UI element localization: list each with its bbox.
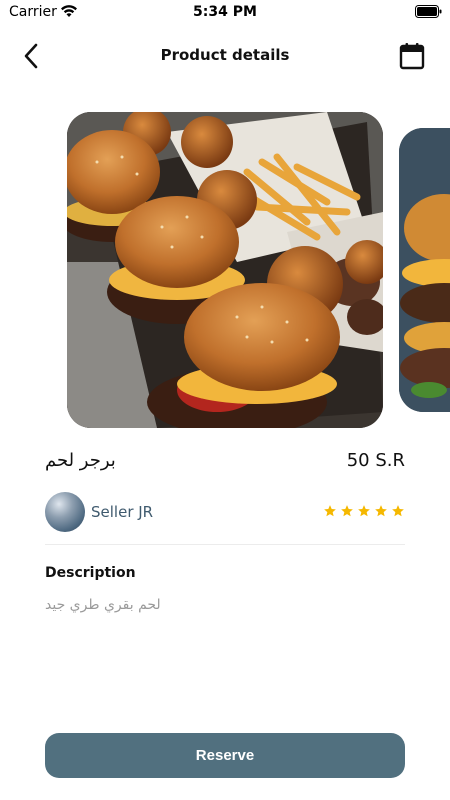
star-icon	[324, 505, 336, 517]
seller-avatar[interactable]	[45, 492, 85, 532]
clock-time: 5:34 PM	[193, 4, 257, 20]
description-text: لحم بقري طري جيد	[45, 597, 161, 613]
status-bar: Carrier 5:34 PM	[0, 0, 450, 24]
rating-stars	[323, 504, 405, 518]
product-header: 50 S.R برجر لحم	[45, 448, 405, 478]
battery-icon	[415, 5, 442, 18]
product-image-carousel[interactable]	[0, 112, 450, 428]
product-image[interactable]	[67, 112, 383, 428]
description-label: Description	[45, 565, 136, 581]
burger-image-preview	[399, 128, 450, 412]
page-title: Product details	[160, 46, 290, 64]
star-icon	[358, 505, 370, 517]
back-button[interactable]	[16, 40, 46, 72]
reserve-button[interactable]: Reserve	[45, 733, 405, 778]
divider	[45, 544, 405, 545]
next-product-image[interactable]	[399, 128, 450, 412]
seller-name[interactable]: Seller JR	[91, 503, 153, 521]
product-name: برجر لحم	[45, 450, 116, 471]
calendar-icon	[399, 43, 425, 70]
product-details-screen: Carrier 5:34 PM Product details 50 S.R ب…	[0, 0, 450, 800]
burger-platter-image	[67, 112, 383, 428]
seller-info[interactable]: Seller JR	[45, 492, 405, 532]
star-icon	[341, 505, 353, 517]
chevron-left-icon	[24, 43, 38, 69]
navigation-bar: Product details	[0, 36, 450, 76]
star-icon	[375, 505, 387, 517]
calendar-button[interactable]	[396, 40, 428, 72]
star-icon	[392, 505, 404, 517]
